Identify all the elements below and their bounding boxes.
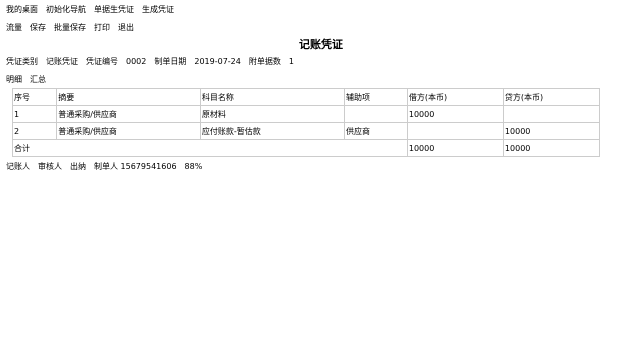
no-label: 凭证编号 (86, 56, 118, 66)
tab-docs[interactable]: 单据生凭证 (94, 4, 134, 15)
sig-audit: 审核人 (38, 161, 62, 171)
total-row: 合计 10000 10000 (12, 139, 601, 157)
table-row[interactable]: 1 普通采购/供应商 原材料 10000 (11, 105, 601, 123)
col-account: 科目名称 (199, 88, 346, 106)
tab-detail[interactable]: 明细 (6, 74, 22, 85)
signatures: 记账人 审核人 出纳 制单人 15679541606 88% (0, 157, 642, 175)
cell[interactable]: 供应商 (344, 122, 408, 140)
cell[interactable]: 普通采购/供应商 (56, 122, 201, 140)
col-debit: 借方(本币) (406, 88, 504, 106)
total-label: 合计 (12, 139, 408, 157)
exit-button[interactable]: 退出 (118, 22, 134, 33)
cell[interactable]: 应付账款-暂估款 (199, 122, 346, 140)
tab-gen[interactable]: 生成凭证 (142, 4, 174, 15)
toolbar: 流量 保存 批量保存 打印 退出 (0, 18, 642, 36)
flow-button[interactable]: 流量 (6, 22, 22, 33)
gauge: 88% (184, 161, 203, 171)
header-fields: 凭证类别 记账凭证 凭证编号 0002 制单日期 2019-07-24 附单据数 1 (0, 52, 642, 70)
sig-book: 记账人 (6, 161, 30, 171)
tab-init[interactable]: 初始化导航 (46, 4, 86, 15)
total-credit: 10000 (502, 139, 601, 157)
tab-summary[interactable]: 汇总 (30, 74, 46, 85)
cell: 2 (11, 122, 58, 140)
cell[interactable]: 10000 (406, 105, 504, 123)
col-no: 序号 (11, 88, 58, 106)
save-button[interactable]: 保存 (30, 22, 46, 33)
sig-cash: 出纳 (70, 161, 86, 171)
date-value[interactable]: 2019-07-24 (194, 57, 241, 66)
col-credit: 贷方(本币) (502, 88, 601, 106)
cell: 1 (11, 105, 58, 123)
table-row[interactable]: 2 普通采购/供应商 应付账款-暂估款 供应商 10000 (11, 122, 601, 140)
date-label: 制单日期 (154, 56, 187, 66)
total-debit: 10000 (406, 139, 504, 157)
cell[interactable] (406, 122, 504, 140)
print-button[interactable]: 打印 (94, 22, 110, 33)
col-summary: 摘要 (56, 88, 201, 106)
cell[interactable]: 普通采购/供应商 (56, 105, 201, 123)
col-aux: 辅助项 (344, 88, 408, 106)
att-label: 附单据数 (248, 56, 281, 66)
cell[interactable] (344, 105, 408, 123)
type-label: 凭证类别 (6, 56, 38, 66)
att-value[interactable]: 1 (289, 57, 294, 66)
cell[interactable] (502, 105, 601, 123)
cell[interactable]: 10000 (502, 122, 601, 140)
page-title: 记账凭证 (299, 38, 343, 51)
sig-maker: 制单人 15679541606 (94, 161, 177, 171)
cell[interactable]: 原材料 (199, 105, 346, 123)
batch-save-button[interactable]: 批量保存 (54, 22, 86, 33)
subtabs: 明细 汇总 (0, 70, 642, 88)
type-value[interactable]: 记账凭证 (46, 56, 78, 67)
voucher-table: 序号 摘要 科目名称 辅助项 借方(本币) 贷方(本币) 1 普通采购/供应商 原材料 1000… (11, 88, 601, 157)
tab-desktop[interactable]: 我的桌面 (6, 4, 38, 15)
tab-bar: 我的桌面 初始化导航 单据生凭证 生成凭证 (0, 0, 642, 18)
no-value[interactable]: 0002 (126, 57, 146, 66)
